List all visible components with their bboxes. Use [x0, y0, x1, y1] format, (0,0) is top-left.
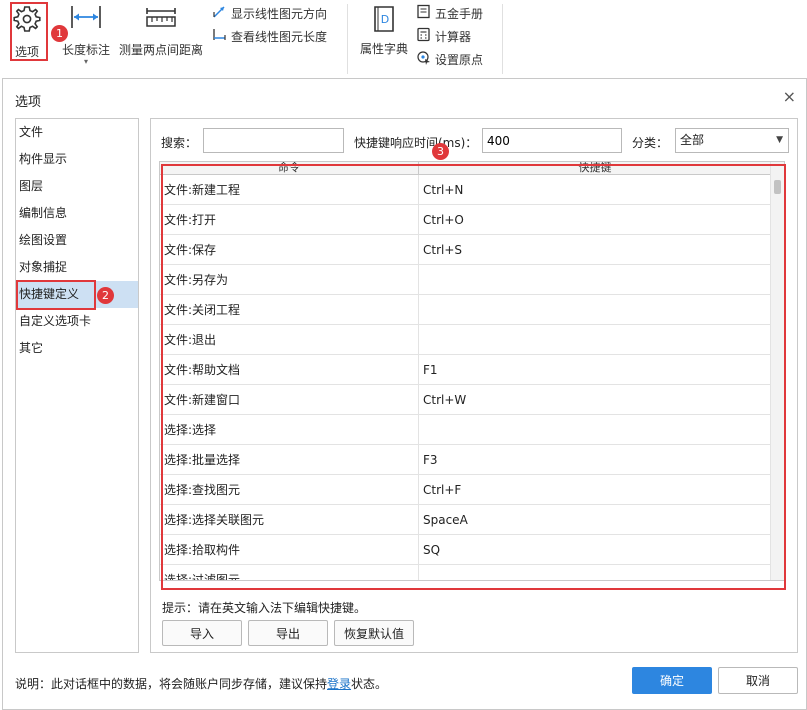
nav-item-object-snap[interactable]: 对象捕捉 [16, 254, 138, 281]
restore-defaults-button[interactable]: 恢复默认值 [334, 620, 414, 646]
import-button[interactable]: 导入 [162, 620, 242, 646]
view-length-label: 查看线性图元长度 [231, 29, 328, 44]
search-label: 搜索： [161, 136, 198, 150]
attribute-dictionary-label: 属性字典 [359, 42, 408, 56]
show-direction-button[interactable]: 显示线性图元方向 [212, 4, 327, 22]
footnote-text: 说明：此对话框中的数据，将会随账户同步存储，建议保持 [15, 677, 328, 691]
ok-button[interactable]: 确定 [632, 667, 712, 694]
set-origin-button[interactable]: 设置原点 [416, 50, 483, 68]
highlight-box-table [161, 164, 786, 590]
calculator-button[interactable]: 计算器 [416, 27, 471, 45]
calculator-icon [416, 27, 431, 45]
nav-item-edit-info[interactable]: 编制信息 [16, 200, 138, 227]
login-link[interactable]: 登录 [327, 677, 351, 691]
hardware-manual-button[interactable]: 五金手册 [416, 4, 483, 22]
dimension-icon [69, 4, 103, 33]
direction-icon [212, 4, 227, 22]
length-dimension-button[interactable]: 长度标注 ▾ [61, 4, 111, 66]
set-origin-label: 设置原点 [435, 52, 484, 67]
measure-distance-label: 测量两点间距离 [118, 43, 203, 57]
ribbon-divider [502, 4, 503, 74]
dictionary-icon: D [369, 4, 399, 34]
category-value: 全部 [680, 133, 705, 147]
calculator-label: 计算器 [435, 29, 472, 44]
highlight-box-options [10, 2, 48, 61]
category-label: 分类： [632, 136, 669, 150]
nav-item-file[interactable]: 文件 [16, 119, 138, 146]
options-dialog: 选项 × 文件 构件显示 图层 编制信息 绘图设置 对象捕捉 快捷键定义 自定义… [2, 78, 807, 710]
nav-item-component-display[interactable]: 构件显示 [16, 146, 138, 173]
measure-distance-button[interactable]: 测量两点间距离 [118, 4, 204, 58]
step-badge-1: 1 [51, 25, 68, 42]
step-badge-2: 2 [97, 287, 114, 304]
response-time-input[interactable] [482, 128, 622, 153]
chevron-down-icon: ▼ [776, 135, 783, 145]
nav-item-drawing-settings[interactable]: 绘图设置 [16, 227, 138, 254]
view-length-button[interactable]: 查看线性图元长度 [212, 27, 327, 45]
hardware-manual-label: 五金手册 [435, 6, 484, 21]
dropdown-arrow-icon[interactable]: ▾ [84, 58, 88, 66]
length-dimension-label: 长度标注 [61, 43, 110, 57]
options-nav-list: 文件 构件显示 图层 编制信息 绘图设置 对象捕捉 快捷键定义 自定义选项卡 其… [15, 118, 139, 653]
ruler-icon [144, 4, 178, 33]
nav-item-layer[interactable]: 图层 [16, 173, 138, 200]
category-select[interactable]: 全部 ▼ [675, 128, 789, 153]
book-icon [416, 4, 431, 22]
origin-icon [416, 50, 431, 68]
ribbon-toolbar: 选项 长度标注 ▾ 测量两点间距离 显示线性图元方向 查看线性图元长度 D 属性… [0, 0, 807, 78]
dialog-title: 选项 [15, 95, 42, 110]
nav-item-custom-tabs[interactable]: 自定义选项卡 [16, 308, 138, 335]
footnote: 说明：此对话框中的数据，将会随账户同步存储，建议保持登录状态。 [15, 675, 387, 692]
footnote-suffix: 状态。 [351, 677, 388, 691]
highlight-box-shortcut [16, 280, 96, 310]
length-icon [212, 27, 227, 45]
step-badge-3: 3 [432, 143, 449, 160]
close-icon[interactable]: × [783, 87, 796, 106]
export-button[interactable]: 导出 [248, 620, 328, 646]
dictionary-icon-letter: D [381, 13, 389, 26]
ribbon-divider [347, 4, 348, 74]
cancel-button[interactable]: 取消 [718, 667, 798, 694]
show-direction-label: 显示线性图元方向 [231, 6, 328, 21]
search-input[interactable] [203, 128, 344, 153]
attribute-dictionary-button[interactable]: D 属性字典 [358, 4, 410, 57]
hint-text: 提示：请在英文输入法下编辑快捷键。 [162, 601, 367, 615]
response-time-label: 快捷键响应时间(ms)： [354, 136, 478, 150]
nav-item-other[interactable]: 其它 [16, 335, 138, 362]
